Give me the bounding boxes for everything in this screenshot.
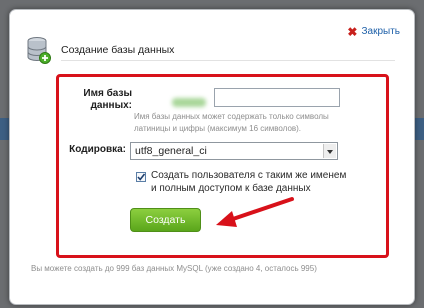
database-name-label-line2: данных: [90, 100, 132, 111]
close-button[interactable]: ✖ Закрыть [347, 24, 400, 39]
close-x-icon: ✖ [347, 24, 358, 39]
database-quota-info: Вы можете создать до 999 баз данных MySQ… [31, 264, 317, 273]
checkmark-icon [137, 173, 146, 181]
create-button[interactable]: Создать [130, 208, 201, 232]
dropdown-arrow-icon[interactable] [323, 144, 336, 158]
database-name-hint: Имя базы данных может содержать только с… [134, 112, 329, 133]
dialog-title: Создание базы данных [61, 44, 175, 56]
encoding-select[interactable]: utf8_general_ci [130, 142, 338, 160]
encoding-label: Кодировка: [69, 144, 126, 155]
title-divider [61, 60, 395, 61]
database-name-input[interactable] [214, 88, 340, 107]
database-add-icon [27, 37, 51, 64]
database-name-label: Имя базы данных: [72, 88, 132, 112]
create-user-label: Создать пользователя с таким же именем и… [151, 170, 347, 194]
create-user-checkbox[interactable] [136, 172, 146, 182]
database-name-label-line1: Имя базы [83, 88, 132, 99]
encoding-select-value: utf8_general_ci [135, 145, 207, 157]
background-page-bar [414, 118, 424, 140]
create-database-dialog: ✖ Закрыть Создание базы данных Имя базы … [9, 9, 415, 305]
close-label: Закрыть [361, 26, 400, 37]
red-arrow-icon [216, 197, 294, 227]
blurred-username-prefix [172, 98, 206, 107]
